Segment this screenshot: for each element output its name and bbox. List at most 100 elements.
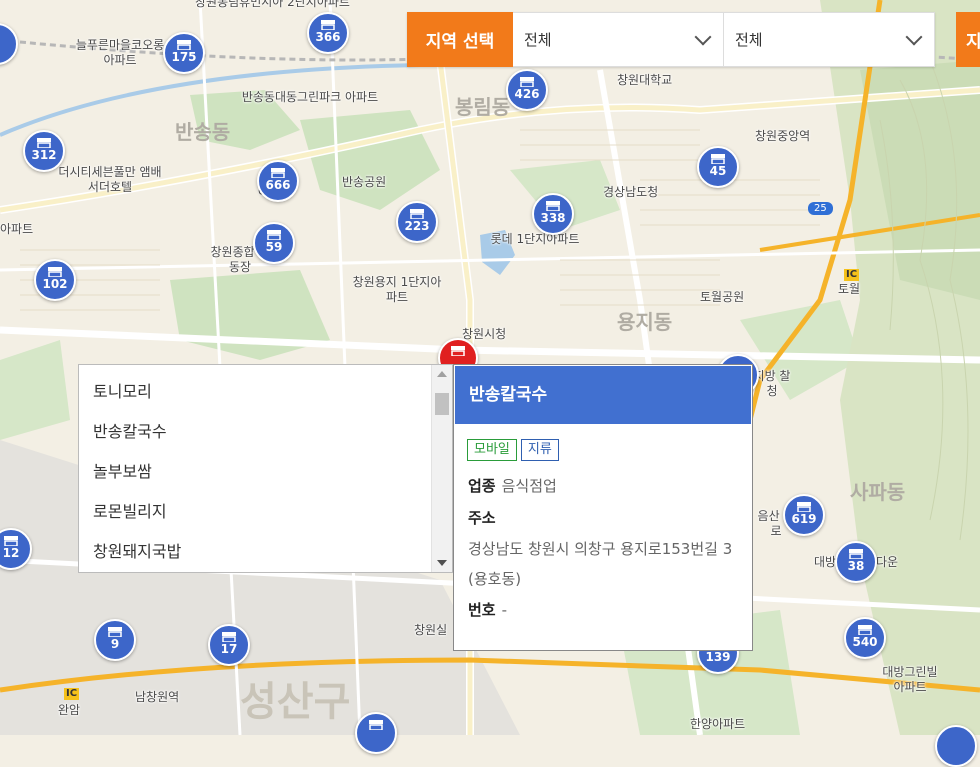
chevron-down-icon [905, 28, 923, 46]
map-label-district: 봉림동 [455, 95, 511, 119]
store-icon [267, 230, 281, 240]
store-cluster-marker[interactable] [355, 712, 397, 754]
map-label-place: 한양아파트 [690, 717, 746, 731]
map-label-district: 성산구 [240, 679, 351, 725]
map-label-place: 창원대학교 [617, 73, 673, 87]
map-label-district: 사파동 [850, 480, 906, 504]
store-icon [177, 40, 191, 50]
marker-count: 666 [265, 178, 291, 192]
region-select-title: 지역 선택 [407, 12, 513, 67]
map-label-place: 토월공원 [700, 290, 745, 304]
map-label-place: 창원봉림휴먼시아 2단지아파트 [195, 0, 350, 9]
store-list-item[interactable]: 창원돼지국밥 [79, 532, 452, 572]
store-list-scrollbar[interactable] [431, 365, 452, 572]
store-cluster-marker[interactable]: 338 [532, 193, 574, 235]
map-label-district: 용지동 [617, 310, 673, 334]
store-icon [849, 549, 863, 559]
popup-store-name: 반송칼국수 [455, 366, 751, 424]
store-list-item[interactable]: 토니모리 [79, 372, 452, 412]
right-action-label: 지 [966, 32, 980, 52]
store-cluster-marker[interactable]: 102 [34, 259, 76, 301]
phone-row: 번호 - [468, 594, 752, 626]
store-icon [451, 346, 465, 356]
store-cluster-marker[interactable]: 175 [163, 32, 205, 74]
map-label-place: 롯데 1단지아파트 [490, 232, 580, 246]
map-label-place: 창원시청 [462, 327, 507, 341]
marker-count: 17 [220, 642, 238, 656]
marker-count: 619 [791, 512, 817, 526]
ic-badge: IC [844, 269, 860, 281]
store-icon [321, 20, 335, 30]
marker-count: 426 [514, 87, 540, 101]
marker-count: 59 [265, 240, 283, 254]
store-icon [222, 632, 236, 642]
store-cluster-marker[interactable]: 666 [257, 160, 299, 202]
right-action-button[interactable]: 지 [956, 12, 980, 67]
store-list-item[interactable]: 로몬빌리지 [79, 492, 452, 532]
marker-count: 366 [315, 30, 341, 44]
address-label-row: 주소 [468, 502, 752, 534]
store-icon [369, 720, 383, 730]
store-cluster-marker[interactable]: 312 [23, 130, 65, 172]
map-label-place: 늘푸른마을코오롱 아파트 [75, 38, 165, 67]
store-icon [797, 502, 811, 512]
map-label-place: 완암 [58, 703, 81, 717]
store-cluster-marker[interactable]: 540 [844, 617, 886, 659]
province-select[interactable]: 전체 [513, 12, 724, 67]
map-label-place: 다운 [876, 555, 899, 569]
address-label: 주소 [468, 509, 496, 527]
map-label-place: 더시티세븐풀만 앰배서더호텔 [58, 165, 162, 194]
store-icon [271, 168, 285, 178]
marker-count: 102 [42, 277, 68, 291]
store-list-item[interactable]: 반송칼국수 [79, 412, 452, 452]
marker-count: 38 [847, 559, 865, 573]
map-label-district: 반송동 [175, 120, 231, 144]
scrollbar-thumb[interactable] [435, 393, 449, 415]
store-list[interactable]: 토니모리 반송칼국수 놀부보쌈 로몬빌리지 창원돼지국밥 [78, 364, 453, 573]
marker-count: 223 [404, 219, 430, 233]
marker-count: 45 [709, 164, 727, 178]
store-list-item[interactable]: 놀부보쌈 [79, 452, 452, 492]
map-label-place: 창원실 [414, 623, 448, 637]
store-icon [410, 209, 424, 219]
phone-value: - [501, 601, 508, 619]
category-value: 음식점업 [501, 477, 557, 495]
store-cluster-marker[interactable]: 619 [783, 494, 825, 536]
store-cluster-marker[interactable]: 38 [835, 541, 877, 583]
store-info-popup: 반송칼국수 모바일 지류 업종 음식점업 주소 경상남도 창원시 의창구 용지로1… [453, 364, 753, 651]
store-cluster-marker[interactable] [935, 725, 977, 767]
store-icon [108, 627, 122, 637]
marker-count: 312 [31, 148, 57, 162]
marker-count: 540 [852, 635, 878, 649]
store-cluster-marker[interactable]: 17 [208, 624, 250, 666]
map-label-place: 경상남도청 [603, 185, 659, 199]
store-cluster-marker[interactable]: 426 [506, 69, 548, 111]
tag-mobile: 모바일 [467, 439, 517, 461]
city-select-value: 전체 [735, 31, 763, 49]
city-select[interactable]: 전체 [724, 12, 935, 67]
map-label-place: 대방그린빌 아파트 [882, 665, 938, 694]
marker-count: 139 [705, 650, 731, 664]
scroll-up-arrow-icon[interactable] [437, 371, 447, 377]
marker-count: 338 [540, 211, 566, 225]
store-cluster-marker[interactable]: 59 [253, 222, 295, 264]
category-label: 업종 [468, 477, 496, 495]
store-cluster-marker[interactable]: 45 [697, 146, 739, 188]
store-icon [711, 154, 725, 164]
scroll-down-arrow-icon[interactable] [437, 560, 447, 566]
route-badge: 25 [808, 202, 833, 215]
address-value: 경상남도 창원시 의창구 용지로153번길 3 (용호동) [468, 540, 733, 588]
tag-paper: 지류 [520, 439, 559, 461]
phone-label: 번호 [468, 601, 496, 619]
store-icon [520, 77, 534, 87]
store-cluster-marker[interactable]: 366 [307, 12, 349, 54]
store-icon [4, 536, 18, 546]
category-row: 업종 음식점업 [468, 470, 752, 502]
store-cluster-marker[interactable]: 9 [94, 619, 136, 661]
map-label-place: 창원용지 1단지아파트 [352, 275, 442, 304]
map-label-place: 토월 [838, 282, 861, 296]
ic-badge: IC [64, 688, 80, 700]
map-label-place: 대방 [814, 555, 837, 569]
region-select-bar: 지역 선택 전체 전체 [407, 12, 935, 67]
store-cluster-marker[interactable]: 223 [396, 201, 438, 243]
